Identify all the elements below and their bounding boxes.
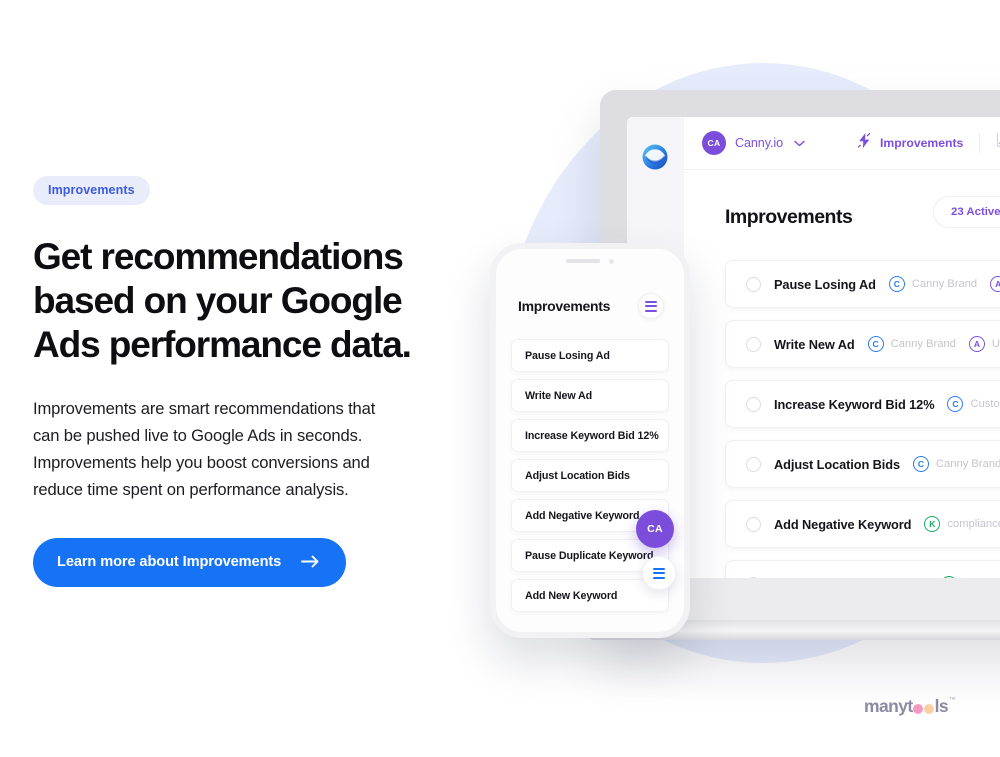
table-row[interactable]: Pause Duplicate Keyword K +feedback + (725, 560, 1000, 578)
brand-dot-1-icon (913, 703, 924, 714)
tag-badge-icon: C (912, 456, 929, 472)
row-title: Increase Keyword Bid 12% (774, 396, 935, 412)
tag-badge-icon: K (924, 516, 941, 532)
hero-text-column: Improvements Get recommendations based o… (33, 176, 453, 587)
row-tag: C Canny Brand (888, 276, 978, 292)
account-avatar: CA (702, 131, 726, 155)
panel-header: Improvements 23 Active 58 Com (725, 196, 1000, 229)
app-nav: Improvements Per (857, 132, 1000, 154)
page-title: Get recommendations based on your Google… (33, 236, 412, 366)
chevron-down-icon (794, 134, 805, 152)
row-title: Pause Losing Ad (774, 276, 876, 292)
status-filter-tabs: 23 Active 58 Com (933, 196, 1000, 228)
row-radio[interactable] (746, 336, 761, 352)
row-tag: C Customer Feedba (947, 396, 1000, 412)
tag-badge-icon: C (947, 396, 964, 412)
phone-mockup: Improvements Pause Losing Ad Write New A… (490, 243, 690, 638)
list-item-label: Write New Ad (525, 389, 593, 402)
manytools-logo: many t ls ™ (864, 696, 956, 717)
product-mockup-visual: CA Canny.io Improvements Improvements 23… (455, 0, 1000, 757)
hamburger-menu-icon (645, 300, 657, 312)
row-radio[interactable] (746, 516, 761, 532)
brand-part-3: ls (934, 696, 949, 716)
nav-label-improvements: Improvements (879, 136, 964, 150)
learn-more-button[interactable]: Learn more about Improvements (33, 537, 347, 587)
line-chart-icon (996, 133, 1000, 153)
lightning-bolt-icon (857, 132, 872, 154)
phone-notch (538, 249, 642, 273)
tag-badge-icon: C (888, 276, 905, 292)
list-item-label: Adjust Location Bids (525, 469, 630, 482)
tag-label: Canny Brand (911, 278, 978, 290)
list-item-label: Pause Losing Ad (525, 349, 610, 362)
row-radio[interactable] (746, 396, 761, 412)
cta-label: Learn more about Improvements (57, 553, 282, 570)
tag-label: Canny Brand (935, 458, 1000, 470)
canny-eye-logo-icon (640, 142, 670, 172)
app-topbar: CA Canny.io Improvements (684, 117, 1000, 170)
trademark-symbol: ™ (949, 697, 956, 704)
panel-title: Improvements (725, 206, 853, 228)
phone-speaker-icon (566, 259, 600, 263)
tag-label: compliance feedb (947, 518, 1000, 530)
table-row[interactable]: Adjust Location Bids C Canny Brand Ne (725, 440, 1000, 488)
row-radio[interactable] (746, 456, 761, 472)
tag-badge-icon: A (990, 276, 1000, 292)
row-tag: C Canny Brand (867, 336, 956, 352)
improvements-list: Pause Losing Ad C Canny Brand A User Fee… (725, 260, 1000, 578)
row-title: Write New Ad (774, 336, 855, 352)
hamburger-menu-icon (653, 567, 665, 579)
list-item-label: Increase Keyword Bid 12% (525, 429, 659, 442)
app-main: Improvements 23 Active 58 Com Pause Losi… (684, 170, 1000, 578)
list-item[interactable]: Adjust Location Bids (511, 459, 669, 492)
arrow-right-icon (301, 555, 320, 568)
hero-description: Improvements are smart recommendations t… (33, 399, 376, 499)
list-item-label: Add Negative Keyword (525, 509, 640, 522)
landing-hero-page: Improvements Get recommendations based o… (0, 0, 1000, 757)
table-row[interactable]: Pause Losing Ad C Canny Brand A User Fee… (725, 260, 1000, 308)
tag-label: Canny Brand (890, 338, 956, 350)
tag-label: User Feedbac (991, 338, 1000, 350)
phone-camera-icon (609, 258, 614, 264)
table-row[interactable]: Add Negative Keyword K compliance feedb (725, 500, 1000, 548)
brand-wordmark: many t ls (864, 696, 949, 717)
tab-active-count[interactable]: 23 Active (934, 197, 1000, 227)
list-item[interactable]: Increase Keyword Bid 12% (511, 419, 669, 452)
row-tag: K compliance feedb (924, 516, 1000, 532)
row-tag: A User Feedbac (968, 336, 1000, 352)
tag-badge-icon: A (968, 336, 985, 352)
phone-title: Improvements (518, 298, 611, 314)
list-item-label: Add New Keyword (525, 589, 618, 602)
list-item[interactable]: Write New Ad (511, 379, 669, 412)
account-switcher[interactable]: CA Canny.io (702, 131, 805, 155)
phone-menu-button[interactable] (638, 293, 664, 319)
table-row[interactable]: Increase Keyword Bid 12% C Customer Feed… (725, 380, 1000, 428)
tag-badge-icon: C (867, 336, 884, 352)
list-item[interactable]: Pause Losing Ad (511, 339, 669, 372)
list-item-label: Pause Duplicate Keyword (525, 549, 654, 562)
row-tag: C Canny Brand (912, 456, 1000, 472)
row-tag: A User Feedbac (990, 276, 1000, 292)
row-radio[interactable] (746, 276, 761, 292)
nav-item-performance[interactable]: Per (979, 133, 1000, 153)
account-fab-button[interactable]: CA (636, 510, 674, 548)
row-title: Add Negative Keyword (774, 516, 912, 532)
menu-fab-button[interactable] (642, 556, 676, 590)
account-name: Canny.io (735, 136, 783, 150)
brand-dot-2-icon (924, 703, 935, 714)
brand-part-2: t (907, 696, 913, 716)
nav-item-improvements[interactable]: Improvements (857, 132, 979, 154)
brand-part-1: many (864, 696, 908, 716)
tag-label: Customer Feedba (970, 398, 1000, 410)
eyebrow-badge: Improvements (33, 176, 150, 205)
table-row[interactable]: Write New Ad C Canny Brand A User Feedba… (725, 320, 1000, 368)
row-title: Adjust Location Bids (774, 456, 900, 472)
phone-header: Improvements (496, 293, 684, 319)
